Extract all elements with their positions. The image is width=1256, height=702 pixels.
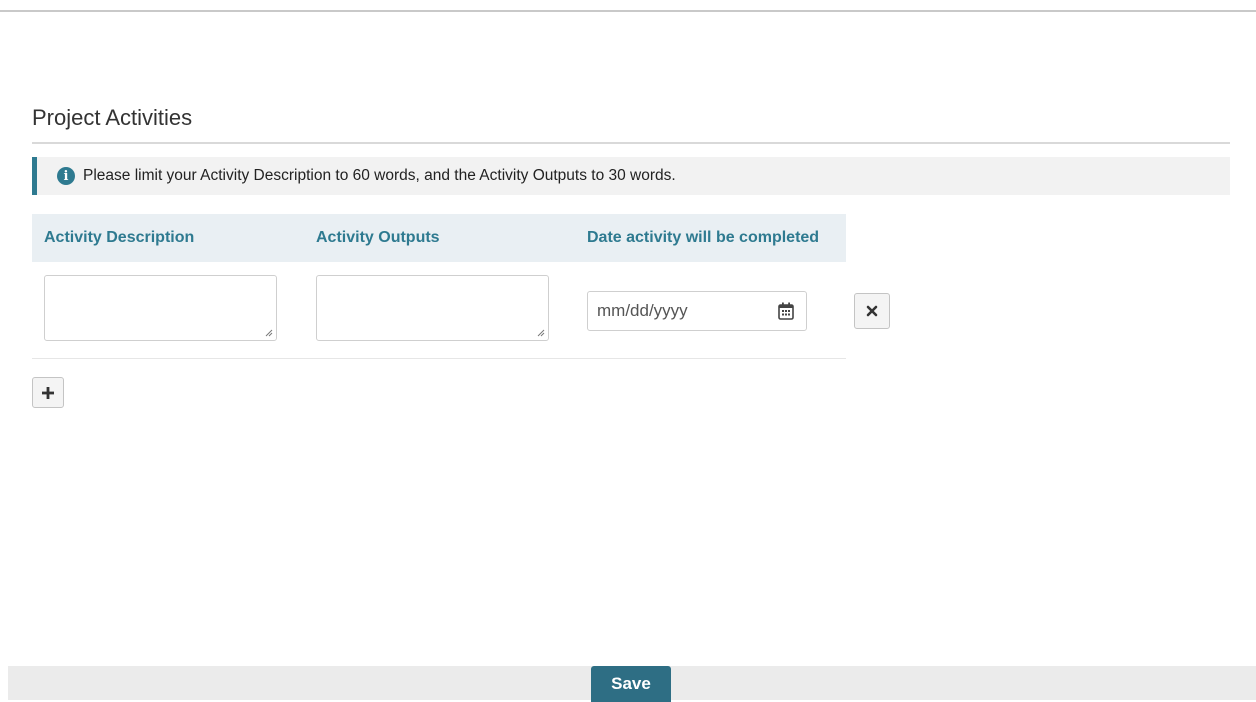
activities-table: Activity Description Activity Outputs Da… xyxy=(32,214,890,359)
resize-handle-icon[interactable] xyxy=(537,329,545,337)
top-divider xyxy=(0,10,1256,12)
close-icon xyxy=(866,305,878,317)
date-placeholder: mm/dd/yyyy xyxy=(597,301,688,320)
calendar-icon[interactable] xyxy=(778,302,794,320)
info-message: Please limit your Activity Description t… xyxy=(83,167,676,184)
table-row: mm/dd/yyyy xyxy=(32,262,890,359)
resize-handle-icon[interactable] xyxy=(265,329,273,337)
save-button[interactable]: Save xyxy=(591,666,671,702)
header-activity-outputs: Activity Outputs xyxy=(316,229,440,246)
section-title: Project Activities xyxy=(32,104,1230,144)
activity-description-textarea[interactable] xyxy=(44,275,277,341)
add-activity-button[interactable] xyxy=(32,377,64,408)
plus-icon xyxy=(42,386,54,399)
header-date-completed: Date activity will be completed xyxy=(587,229,820,246)
info-icon: i xyxy=(57,167,75,185)
activity-outputs-textarea[interactable] xyxy=(316,275,549,341)
header-activity-description: Activity Description xyxy=(44,229,195,246)
table-header: Activity Description Activity Outputs Da… xyxy=(32,214,846,262)
date-completed-input[interactable]: mm/dd/yyyy xyxy=(587,291,807,331)
footer-bar: Save xyxy=(8,666,1256,702)
project-activities-section: Project Activities i Please limit your A… xyxy=(32,104,1230,359)
remove-row-button[interactable] xyxy=(854,293,890,329)
info-alert: i Please limit your Activity Description… xyxy=(32,157,1230,195)
